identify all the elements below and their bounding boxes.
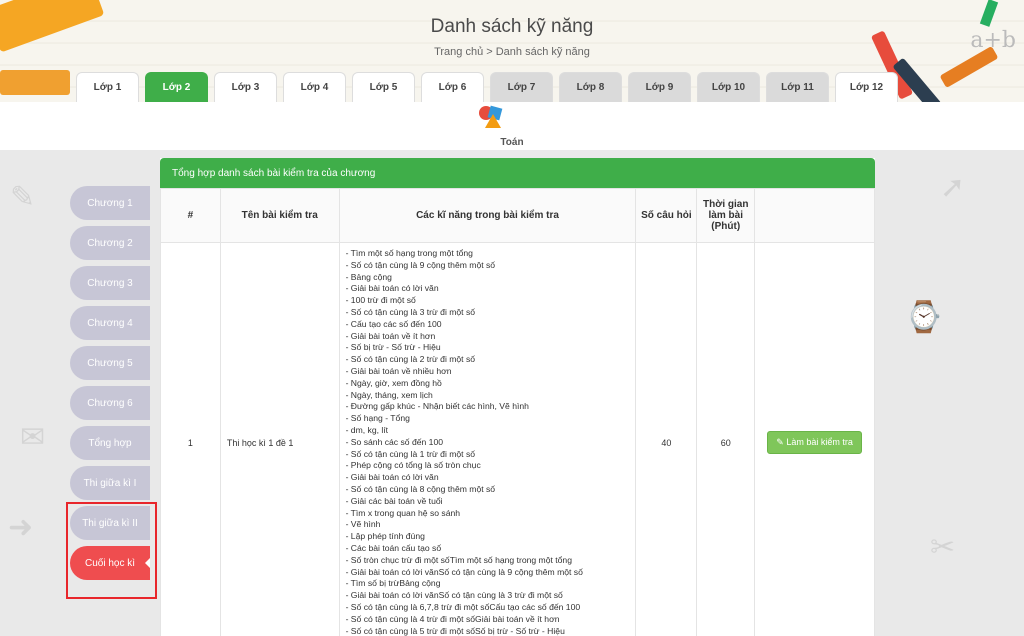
action-cell: ✎ Làm bài kiểm tra <box>754 241 875 636</box>
column-header: # <box>160 188 221 243</box>
table-row: 1 Thi học kì 1 đề 1 - Tìm một số hạng tr… <box>160 241 875 636</box>
skill-item: - Tìm số bị trừBảng cộng <box>345 578 441 589</box>
tab-grade-11[interactable]: Lớp 11 <box>766 72 829 102</box>
tab-grade-5[interactable]: Lớp 5 <box>352 72 415 102</box>
skill-item: - Số hạng - Tổng <box>345 413 410 424</box>
skill-item: - Số có tận cùng là 1 trừ đi một số <box>345 448 476 459</box>
skill-item: - Cấu tạo các số đến 100 <box>345 318 442 329</box>
skill-item: - Giải bài toán có lời vănSố có tận cùng… <box>345 566 583 577</box>
column-header: Số câu hỏi <box>635 188 698 243</box>
tab-grade-7[interactable]: Lớp 7 <box>490 72 553 102</box>
skills-list: - Tìm một số hạng trong một tổng - Số có … <box>338 241 637 636</box>
skill-item: - dm, kg, lít <box>345 424 389 435</box>
tab-grade-1[interactable]: Lớp 1 <box>76 72 139 102</box>
chapter-menu-item[interactable]: Chương 3 <box>70 266 150 300</box>
skill-item: - Đường gấp khúc - Nhận biết các hình, V… <box>345 401 529 412</box>
skill-item: - Bảng cộng <box>345 271 392 282</box>
skill-item: - Giải bài toán về ít hơn <box>345 330 436 341</box>
grade-tabs: Lớp 1 Lớp 2 Lớp 3 Lớp 4 Lớp 5 Lớp 6 Lớp 7 Lớp 8… <box>76 72 898 102</box>
tab-grade-10[interactable]: Lớp 10 <box>697 72 760 102</box>
column-header <box>754 188 875 243</box>
test-name: Thi học kì 1 đề 1 <box>219 241 340 636</box>
arrow-decoration: ➜ <box>8 511 34 544</box>
skill-item: - Giải bài toán có lời văn <box>345 283 439 294</box>
skill-item: - Giải bài toán về nhiều hơn <box>345 365 452 376</box>
ruler-decoration <box>0 70 70 95</box>
panel-title: Tổng hợp danh sách bài kiểm tra của chươ… <box>160 158 875 188</box>
skill-item: - Số có tận cùng là 2 trừ đi một số <box>345 354 476 365</box>
tab-grade-4[interactable]: Lớp 4 <box>283 72 346 102</box>
tab-grade-8[interactable]: Lớp 8 <box>559 72 622 102</box>
chapter-menu-item[interactable]: Chương 2 <box>70 226 150 260</box>
tab-grade-2[interactable]: Lớp 2 <box>145 72 208 102</box>
row-index: 1 <box>160 241 221 636</box>
skill-item: - Ngày, giờ, xem đồng hồ <box>345 377 442 388</box>
highlight-box <box>66 502 157 599</box>
test-table: # Tên bài kiểm tra Các kĩ năng trong bài… <box>160 188 875 636</box>
tab-grade-6[interactable]: Lớp 6 <box>421 72 484 102</box>
start-test-button[interactable]: ✎ Làm bài kiểm tra <box>767 431 862 455</box>
chapter-menu-item[interactable]: Chương 4 <box>70 306 150 340</box>
subject-label[interactable]: Toán <box>0 137 1024 148</box>
chapter-menu-item[interactable]: Chương 6 <box>70 386 150 420</box>
start-test-label: Làm bài kiểm tra <box>786 437 853 448</box>
background-decoration: ✉ <box>20 421 46 454</box>
background-decoration: ⌚ <box>905 301 943 334</box>
question-count: 40 <box>635 241 698 636</box>
arrow-decoration: ➚ <box>940 171 966 204</box>
chapter-menu-item[interactable]: Chương 1 <box>70 186 150 220</box>
skill-item: - Giải bài toán có lời vănSố có tận cùng… <box>345 590 563 601</box>
skill-item: - Số có tận cùng là 3 trừ đi một số <box>345 306 476 317</box>
column-header: Thời gian làm bài (Phút) <box>696 188 756 243</box>
skill-item: - Số có tận cùng là 6,7,8 trừ đi một sốC… <box>345 601 581 612</box>
chapter-menu-item[interactable]: Chương 5 <box>70 346 150 380</box>
column-header: Các kĩ năng trong bài kiểm tra <box>338 188 637 243</box>
duration: 60 <box>696 241 756 636</box>
shapes-icon[interactable] <box>477 104 505 130</box>
tab-grade-12[interactable]: Lớp 12 <box>835 72 898 102</box>
skill-item: - Vẽ hình <box>345 519 381 530</box>
skill-item: - Số có tận cùng là 5 trừ đi một sốSố bị… <box>345 625 565 636</box>
skill-item: - Giải bài toán có lời văn <box>345 472 439 483</box>
skill-item: - Tìm x trong quan hệ so sánh <box>345 507 461 518</box>
chapter-menu-item[interactable]: Tổng hợp <box>70 426 150 460</box>
skill-item: - Ngày, tháng, xem lịch <box>345 389 433 400</box>
skill-item: - Phép cộng có tổng là số tròn chục <box>345 460 481 471</box>
skill-item: - Giải các bài toán về tuổi <box>345 495 443 506</box>
skill-item: - Số tròn chục trừ đi một sốTìm một số h… <box>345 554 572 565</box>
skill-item: - Lập phép tính đúng <box>345 531 425 542</box>
background-decoration: ✂ <box>930 531 956 564</box>
tab-grade-3[interactable]: Lớp 3 <box>214 72 277 102</box>
chapter-menu-item[interactable]: Thi giữa kì I <box>70 466 150 500</box>
skill-item: - Số có tận cùng là 4 trừ đi một sốGiải … <box>345 613 560 624</box>
background-decoration: ✎ <box>10 181 36 214</box>
skill-item: - Số có tận cùng là 8 cộng thêm một số <box>345 483 496 494</box>
breadcrumb[interactable]: Trang chủ > Danh sách kỹ năng <box>0 46 1024 58</box>
test-list-panel: Tổng hợp danh sách bài kiểm tra của chươ… <box>160 158 875 636</box>
tab-grade-9[interactable]: Lớp 9 <box>628 72 691 102</box>
column-header: Tên bài kiểm tra <box>219 188 340 243</box>
skill-item: - Tìm một số hạng trong một tổng <box>345 248 473 258</box>
skill-item: - Số có tận cùng là 9 cộng thêm một số <box>345 259 496 270</box>
skill-item: - 100 trừ đi một số <box>345 295 416 306</box>
skill-item: - So sánh các số đến 100 <box>345 436 444 447</box>
page-title: Danh sách kỹ năng <box>430 16 594 37</box>
skill-item: - Số bị trừ - Số trừ - Hiệu <box>345 342 441 353</box>
pencil-icon: ✎ <box>776 437 784 448</box>
skill-item: - Các bài toán cấu tạo số <box>345 542 442 553</box>
